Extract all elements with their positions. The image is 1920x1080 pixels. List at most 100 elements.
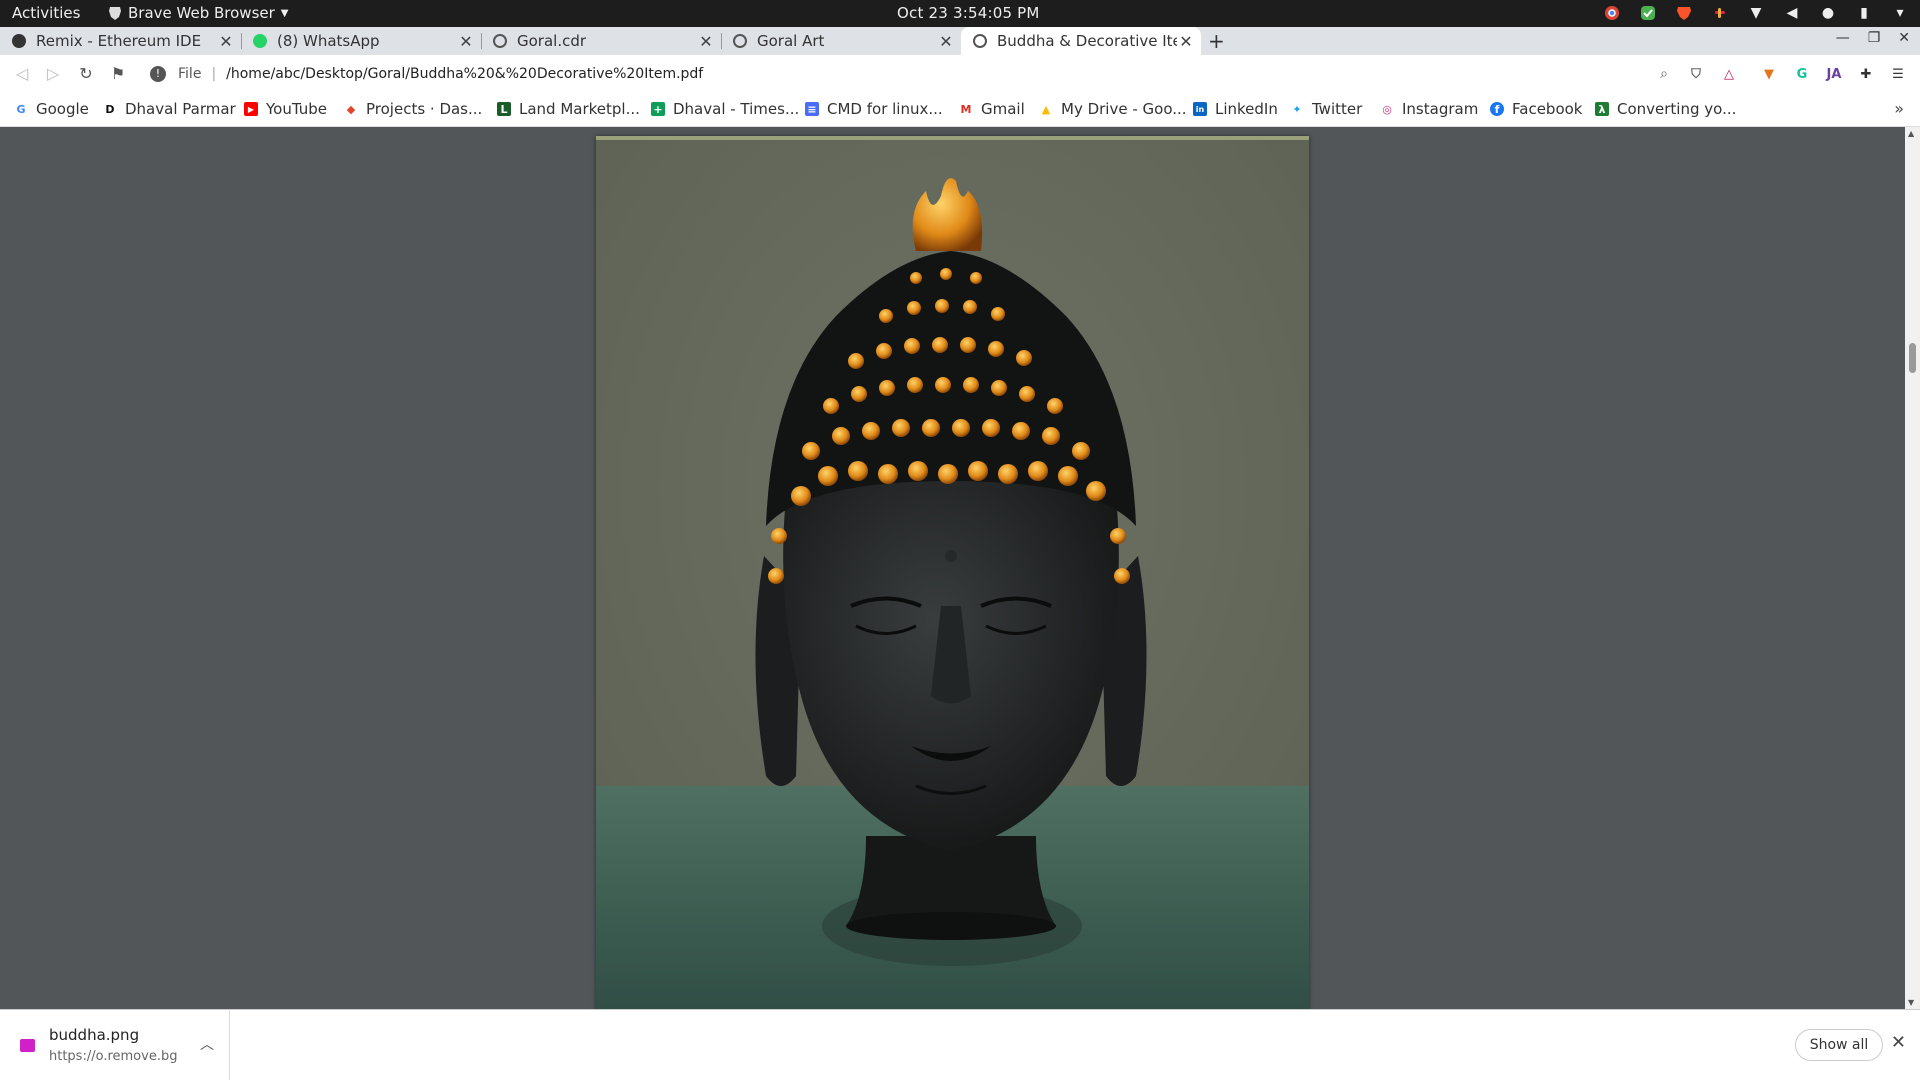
tab-remix[interactable]: Remix - Ethereum IDE ✕ (0, 27, 242, 55)
bookmark-facebook[interactable]: f Facebook (1490, 100, 1582, 118)
chevron-down-icon: ▼ (280, 7, 289, 19)
brave-shields-icon[interactable]: ⛉ (1686, 64, 1706, 84)
show-all-button[interactable]: Show all (1795, 1029, 1883, 1061)
zoom-icon[interactable]: ⌕ (1660, 66, 1668, 82)
linkedin-icon: in (1193, 102, 1207, 116)
restore-icon[interactable]: ❐ (1868, 30, 1881, 46)
scroll-up-icon[interactable]: ▲ (1908, 129, 1914, 138)
bookmark-instagram[interactable]: ◎ Instagram (1380, 100, 1478, 118)
download-shelf: buddha.png https://o.remove.bg ︿ Show al… (0, 1009, 1920, 1080)
bookmark-twitter[interactable]: ✦ Twitter (1290, 100, 1362, 118)
vertical-scrollbar[interactable]: ▲ ▼ (1905, 127, 1920, 1009)
buddha-head-image (596, 136, 1309, 1009)
bookmark-label: Projects · Das... (366, 100, 483, 118)
bookmark-projects[interactable]: ◆ Projects · Das... (344, 100, 483, 118)
grammarly-icon[interactable]: G (1792, 64, 1812, 84)
clock[interactable]: Oct 23 3:54:05 PM (897, 4, 1040, 22)
gitlab-icon: ◆ (346, 102, 356, 116)
whatsapp-icon (253, 34, 267, 48)
url-text[interactable]: /home/abc/Desktop/Goral/Buddha%20&%20Dec… (226, 66, 703, 82)
bookmark-google[interactable]: G Google (14, 100, 88, 118)
bookmark-label: Twitter (1312, 100, 1363, 118)
tab-label: Remix - Ethereum IDE (36, 32, 202, 50)
app-menu[interactable]: Brave Web Browser ▼ (108, 4, 288, 22)
reload-button[interactable]: ↻ (76, 64, 96, 84)
chrome-icon[interactable] (1602, 3, 1622, 23)
bookmark-gmail[interactable]: M Gmail (959, 100, 1025, 118)
info-icon[interactable]: ! (150, 66, 166, 82)
bookmark-youtube[interactable]: ▶ YouTube (244, 100, 327, 118)
bookmark-dhaval-times[interactable]: + Dhaval - Times... (651, 100, 799, 118)
close-window-icon[interactable]: ✕ (1898, 30, 1910, 46)
volume-icon[interactable]: ◀ (1782, 3, 1802, 23)
forward-button[interactable]: ▷ (43, 64, 63, 84)
minimize-icon[interactable]: — (1836, 30, 1850, 46)
bookmark-label: YouTube (266, 100, 327, 118)
extensions-puzzle-icon[interactable]: ✚ (1856, 64, 1876, 84)
bookmark-label: Instagram (1402, 100, 1479, 118)
close-icon[interactable]: ✕ (457, 32, 475, 51)
close-icon[interactable]: ✕ (1177, 32, 1195, 51)
bookmark-label: Gmail (981, 100, 1025, 118)
close-icon[interactable]: ✕ (937, 32, 955, 51)
land-icon: L (497, 102, 511, 116)
bookmark-dhaval-parmar[interactable]: D Dhaval Parmar (103, 100, 236, 118)
tab-strip: Remix - Ethereum IDE ✕ (8) WhatsApp ✕ Go… (0, 27, 1920, 55)
metamask-icon[interactable]: ▼ (1759, 64, 1779, 84)
bookmark-land-marketplace[interactable]: L Land Marketpl... (497, 100, 640, 118)
facebook-icon: f (1490, 102, 1504, 116)
brave-rewards-icon[interactable]: △ (1719, 64, 1739, 84)
download-item[interactable]: buddha.png https://o.remove.bg ︿ (0, 1010, 230, 1080)
brave-tray-icon[interactable] (1674, 3, 1694, 23)
remix-icon (12, 34, 26, 48)
window-controls: — ❐ ✕ (1836, 30, 1910, 46)
bookmark-my-drive[interactable]: ▲ My Drive - Goo... (1039, 100, 1187, 118)
bookmark-label: Dhaval Parmar (125, 100, 236, 118)
tab-label: Goral.cdr (517, 32, 587, 50)
close-shelf-icon[interactable]: ✕ (1891, 1032, 1906, 1053)
tab-buddha-decorative[interactable]: Buddha & Decorative Item ✕ (961, 27, 1201, 55)
new-tab-button[interactable]: + (1208, 29, 1225, 53)
bookmark-converting[interactable]: λ Converting yo... (1595, 100, 1736, 118)
slack-icon[interactable] (1710, 3, 1730, 23)
check-shield-icon[interactable] (1638, 3, 1658, 23)
url-scheme: File (178, 66, 202, 82)
back-button[interactable]: ◁ (12, 64, 32, 84)
tab-whatsapp[interactable]: (8) WhatsApp ✕ (241, 27, 482, 55)
close-icon[interactable]: ✕ (697, 32, 715, 51)
youtube-icon: ▶ (244, 102, 258, 116)
pdf-viewer[interactable] (0, 127, 1920, 1009)
sheets-icon: + (651, 102, 665, 116)
scroll-down-icon[interactable]: ▼ (1908, 998, 1914, 1007)
bookmark-label: Converting yo... (1617, 100, 1737, 118)
brave-lion-icon (109, 6, 121, 20)
scrollbar-thumb[interactable] (1909, 343, 1916, 373)
close-icon[interactable]: ✕ (217, 32, 235, 51)
globe-icon (733, 34, 747, 48)
docs-icon: ≡ (805, 102, 819, 116)
bookmark-linkedin[interactable]: in LinkedIn (1193, 100, 1278, 118)
chevron-up-icon[interactable]: ︿ (200, 1034, 214, 1054)
activities-button[interactable]: Activities (12, 4, 80, 22)
tab-goral-cdr[interactable]: Goral.cdr ✕ (481, 27, 722, 55)
microphone-icon[interactable]: ● (1818, 3, 1838, 23)
navigation-bar: ◁ ▷ ↻ ⚑ ! File | /home/abc/Desktop/Goral… (0, 55, 1920, 93)
bookmark-label: Facebook (1512, 100, 1583, 118)
battery-icon[interactable]: ▮ (1854, 3, 1874, 23)
wifi-icon[interactable]: ▼ (1746, 3, 1766, 23)
system-top-bar: Activities Brave Web Browser ▼ Oct 23 3:… (0, 0, 1920, 27)
menu-icon[interactable]: ☰ (1888, 64, 1908, 84)
tab-goral-art[interactable]: Goral Art ✕ (721, 27, 961, 55)
power-menu-icon[interactable]: ▾ (1890, 3, 1910, 23)
extension-ja-icon[interactable]: JA (1824, 64, 1844, 84)
bookmark-label: Land Marketpl... (519, 100, 640, 118)
system-tray: ▼ ◀ ● ▮ ▾ (1602, 3, 1910, 23)
address-bar[interactable]: ! File | /home/abc/Desktop/Goral/Buddha%… (142, 59, 1672, 89)
bookmark-cmd-linux[interactable]: ≡ CMD for linux... (805, 100, 943, 118)
bookmark-label: Dhaval - Times... (673, 100, 800, 118)
bookmark-page-icon[interactable]: ⚑ (108, 64, 128, 84)
tab-label: Goral Art (757, 32, 825, 50)
gmail-icon: M (960, 102, 972, 116)
more-bookmarks-icon[interactable]: » (1894, 99, 1904, 118)
bookmark-label: LinkedIn (1215, 100, 1278, 118)
